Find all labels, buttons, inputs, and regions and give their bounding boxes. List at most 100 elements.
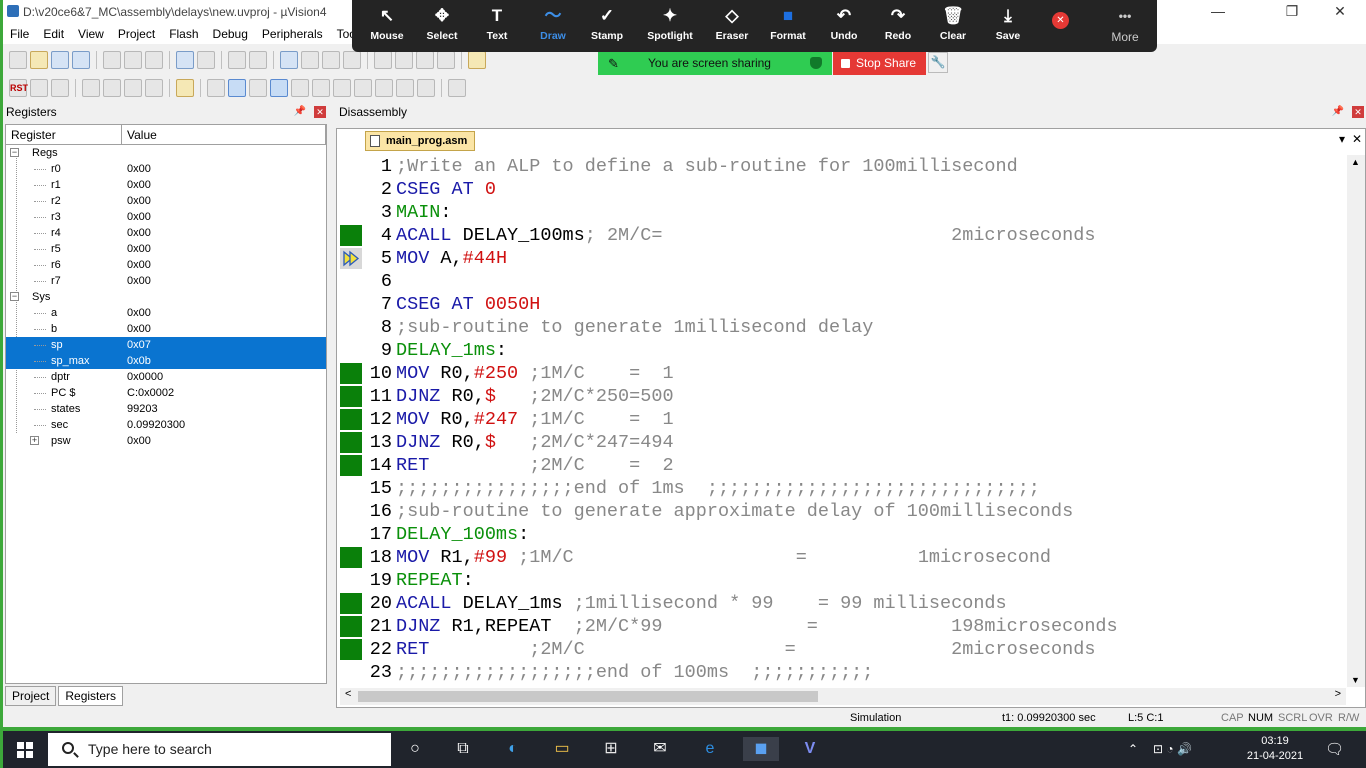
code-line[interactable]: 5 MOV A,#44H [340, 247, 1346, 270]
horizontal-scroll-thumb[interactable] [358, 691, 818, 702]
code-line[interactable]: 13 DJNZ R0,$ ;2M/C*247=494 [340, 431, 1346, 454]
indent-icon[interactable] [374, 51, 392, 69]
code-line[interactable]: 17 DELAY_100ms: [340, 523, 1346, 546]
menu-view[interactable]: View [71, 27, 111, 41]
task-view-icon[interactable]: ⧉ [451, 737, 475, 761]
file-tab-main-prog[interactable]: main_prog.asm [365, 131, 475, 151]
zoom-text-button[interactable]: T Text [469, 0, 525, 52]
zoom-clear-button[interactable]: 🗑 Clear [925, 0, 981, 52]
zoom-redo-button[interactable]: ↷ Redo [870, 0, 926, 52]
show-next-statement-icon[interactable] [176, 79, 194, 97]
uvision-app-icon[interactable]: V [798, 737, 822, 761]
bookmark-clear-icon[interactable] [343, 51, 361, 69]
watch-window-icon[interactable] [312, 79, 330, 97]
register-row[interactable]: dptr 0x0000 [6, 369, 326, 385]
taskbar-search-input[interactable]: Type here to search [48, 733, 391, 766]
run-to-cursor-icon[interactable] [145, 79, 163, 97]
code-line[interactable]: 6 [340, 270, 1346, 293]
new-file-icon[interactable] [9, 51, 27, 69]
code-editor[interactable]: 1 ;Write an ALP to define a sub-routine f… [340, 155, 1346, 687]
save-all-icon[interactable] [72, 51, 90, 69]
current-line-arrow-icon[interactable] [340, 248, 362, 269]
system-viewer-icon[interactable] [417, 79, 435, 97]
register-value[interactable]: 0x00 [127, 257, 151, 273]
tab-registers[interactable]: Registers [58, 686, 124, 706]
register-row[interactable]: a 0x00 [6, 305, 326, 321]
scroll-up-icon[interactable]: ▲ [1351, 157, 1360, 167]
register-row[interactable]: states 99203 [6, 401, 326, 417]
register-column-header[interactable]: Register [6, 125, 122, 144]
register-value[interactable]: 0x00 [127, 193, 151, 209]
code-line[interactable]: 4 ACALL DELAY_100ms; 2M/C= 2microseconds [340, 224, 1346, 247]
code-coverage-marker[interactable] [340, 593, 362, 614]
uncomment-icon[interactable] [437, 51, 455, 69]
register-value[interactable]: 0x0b [127, 353, 151, 369]
code-line[interactable]: 22 RET ;2M/C = 2microseconds [340, 638, 1346, 661]
close-registers-icon[interactable]: ✕ [314, 106, 326, 118]
register-row-selected[interactable]: sp 0x07 [6, 337, 326, 353]
register-value[interactable]: C:0x0002 [127, 385, 174, 401]
menu-flash[interactable]: Flash [162, 27, 205, 41]
zoom-draw-button[interactable]: 〜 Draw [525, 0, 581, 52]
register-row[interactable]: PC $ C:0x0002 [6, 385, 326, 401]
code-line[interactable]: 16 ;sub-routine to generate approximate d… [340, 500, 1346, 523]
register-row[interactable]: sec 0.09920300 [6, 417, 326, 433]
code-line[interactable]: 20 ACALL DELAY_1ms ;1millisecond * 99 = 9… [340, 592, 1346, 615]
close-button[interactable]: ✕ [1317, 0, 1363, 24]
taskbar-clock[interactable]: 03:19 21-04-2021 [1245, 734, 1305, 764]
code-coverage-marker[interactable] [340, 386, 362, 407]
zoom-undo-button[interactable]: ↶ Undo [816, 0, 872, 52]
code-line[interactable]: 3 MAIN: [340, 201, 1346, 224]
file-explorer-icon[interactable]: ▭ [550, 737, 574, 761]
disassembly-window-icon[interactable] [228, 79, 246, 97]
menu-debug[interactable]: Debug [206, 27, 255, 41]
code-line[interactable]: 19 REPEAT: [340, 569, 1346, 592]
register-row[interactable]: r0 0x00 [6, 161, 326, 177]
bookmark-next-icon[interactable] [322, 51, 340, 69]
code-line[interactable]: 9 DELAY_1ms: [340, 339, 1346, 362]
edge-icon[interactable]: ◐ [501, 737, 525, 761]
menu-peripherals[interactable]: Peripherals [255, 27, 330, 41]
register-value[interactable]: 0x00 [127, 305, 151, 321]
register-row[interactable]: r7 0x00 [6, 273, 326, 289]
serial-window-icon[interactable] [354, 79, 372, 97]
menu-file[interactable]: File [3, 27, 36, 41]
tab-list-dropdown-icon[interactable]: ▾ [1339, 132, 1345, 146]
stop-share-button[interactable]: Stop Share [833, 52, 926, 75]
find-in-files-icon[interactable] [468, 51, 486, 69]
step-into-icon[interactable] [82, 79, 100, 97]
cut-icon[interactable] [103, 51, 121, 69]
tree-group-regs[interactable]: − Regs [6, 145, 326, 161]
trace-window-icon[interactable] [396, 79, 414, 97]
scroll-left-icon[interactable]: < [345, 688, 351, 700]
pin-icon[interactable]: 📌 [1332, 103, 1344, 121]
unindent-icon[interactable] [395, 51, 413, 69]
nav-back-icon[interactable] [228, 51, 246, 69]
zoom-format-button[interactable]: ■ Format [760, 0, 816, 52]
menu-edit[interactable]: Edit [36, 27, 71, 41]
redo-icon[interactable] [197, 51, 215, 69]
run-icon[interactable] [30, 79, 48, 97]
tray-chevron-icon[interactable]: ⌃ [1128, 731, 1138, 768]
cortana-icon[interactable]: ○ [403, 737, 427, 761]
code-line[interactable]: 15 ;;;;;;;;;;;;;;;;end of 1ms ;;;;;;;;;;;… [340, 477, 1346, 500]
step-out-icon[interactable] [124, 79, 142, 97]
bookmark-prev-icon[interactable] [301, 51, 319, 69]
zoom-stamp-button[interactable]: ✓ Stamp [579, 0, 635, 52]
register-row[interactable]: r6 0x00 [6, 257, 326, 273]
memory-window-icon[interactable] [333, 79, 351, 97]
value-column-header[interactable]: Value [122, 125, 326, 144]
reset-icon[interactable]: RST [9, 79, 28, 97]
pin-icon[interactable]: 📌 [294, 103, 306, 121]
windows-start-icon[interactable] [17, 742, 33, 758]
zoom-close-icon[interactable]: ✕ [1052, 12, 1069, 29]
register-row[interactable]: b 0x00 [6, 321, 326, 337]
nav-forward-icon[interactable] [249, 51, 267, 69]
step-over-icon[interactable] [103, 79, 121, 97]
screen-sharing-banner[interactable]: ✎ You are screen sharing [598, 52, 832, 75]
code-line[interactable]: 8 ;sub-routine to generate 1millisecond d… [340, 316, 1346, 339]
register-value[interactable]: 0x00 [127, 161, 151, 177]
horizontal-scrollbar[interactable]: < > [340, 688, 1346, 705]
code-coverage-marker[interactable] [340, 432, 362, 453]
close-disassembly-icon[interactable]: ✕ [1352, 106, 1364, 118]
